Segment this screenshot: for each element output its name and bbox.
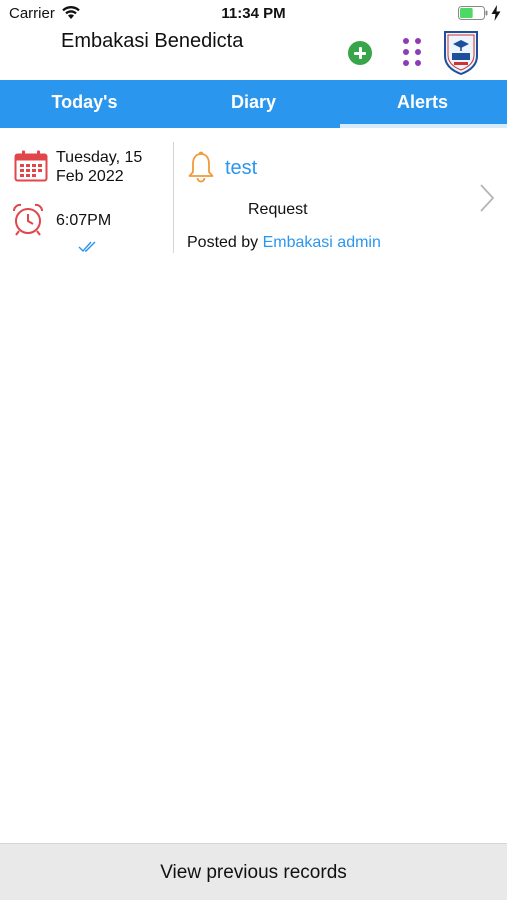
grid-dots-icon[interactable] — [403, 38, 425, 68]
plus-circle-icon[interactable] — [348, 41, 372, 65]
posted-by-name[interactable]: Embakasi admin — [263, 234, 381, 251]
battery-icon — [458, 6, 488, 20]
status-time: 11:34 PM — [221, 5, 286, 22]
tab-bar: Today's Diary Alerts — [0, 80, 507, 128]
alert-time: 6:07PM — [56, 212, 112, 229]
calendar-icon — [14, 150, 48, 182]
tab-diary[interactable]: Diary — [169, 80, 338, 128]
app-header: Embakasi Benedicta — [0, 28, 507, 80]
double-check-icon — [78, 241, 96, 252]
status-bar: Carrier 11:34 PM — [0, 0, 507, 28]
tab-alerts[interactable]: Alerts — [338, 80, 507, 128]
tab-todays[interactable]: Today's — [0, 80, 169, 128]
school-logo — [444, 31, 478, 76]
alert-date: Tuesday, 15 Feb 2022 — [56, 149, 143, 185]
posted-by: Posted by Embakasi admin — [187, 234, 381, 252]
view-previous-records-button[interactable]: View previous records — [0, 843, 507, 900]
bell-icon — [188, 151, 214, 183]
card-divider — [173, 142, 174, 253]
chevron-right-icon[interactable] — [479, 183, 495, 213]
user-name: Embakasi Benedicta — [61, 30, 244, 52]
charging-bolt-icon — [491, 5, 501, 21]
posted-by-label: Posted by — [187, 234, 259, 251]
alert-title[interactable]: test — [225, 157, 257, 180]
alert-type: Request — [248, 201, 308, 218]
alarm-clock-icon — [12, 203, 44, 236]
